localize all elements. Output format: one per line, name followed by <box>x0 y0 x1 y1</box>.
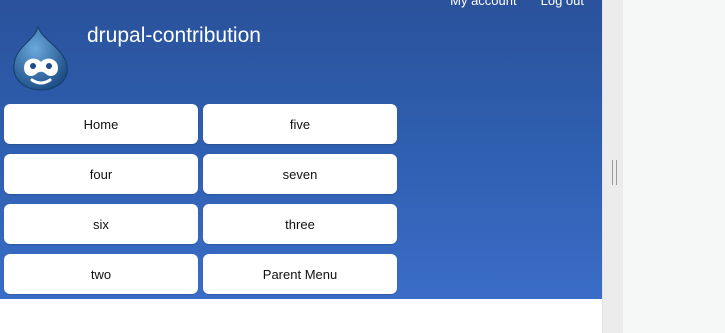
menu-item-seven[interactable]: seven <box>203 154 397 194</box>
menu-item-home[interactable]: Home <box>4 104 198 144</box>
my-account-link[interactable]: My account <box>450 0 516 8</box>
log-out-link[interactable]: Log out <box>541 0 584 8</box>
menu-item-six[interactable]: six <box>4 204 198 244</box>
menu-item-three[interactable]: three <box>203 204 397 244</box>
menu-item-parent-menu[interactable]: Parent Menu <box>203 254 397 294</box>
menu-item-two[interactable]: two <box>4 254 198 294</box>
site-frame: My account Log out drupal-contribution H… <box>0 0 602 333</box>
site-header: My account Log out drupal-contribution H… <box>0 0 602 299</box>
site-name[interactable]: drupal-contribution <box>87 24 261 48</box>
menu-item-five[interactable]: five <box>203 104 397 144</box>
resize-handle[interactable] <box>602 0 623 333</box>
drupal-logo-icon[interactable] <box>10 24 72 92</box>
secondary-menu: My account Log out <box>450 0 584 8</box>
menu-item-four[interactable]: four <box>4 154 198 194</box>
right-pane <box>623 0 725 333</box>
resize-grip-icon[interactable] <box>612 160 617 185</box>
